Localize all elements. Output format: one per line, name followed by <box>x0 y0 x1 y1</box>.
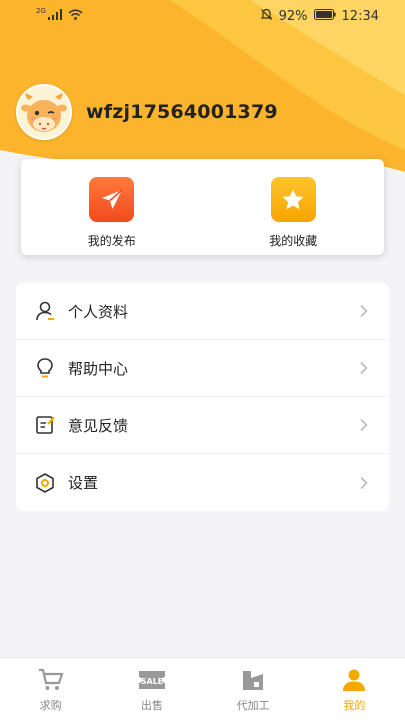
my-posts-button[interactable]: 我的发布 <box>21 159 203 255</box>
sale-tag-icon: SALE <box>137 667 167 693</box>
tab-sell[interactable]: SALE 出售 <box>101 658 202 720</box>
profile-header[interactable]: wfzj17564001379 <box>16 84 278 140</box>
chevron-right-icon <box>359 361 369 375</box>
battery-percent: 92% <box>278 8 308 24</box>
menu-item-label: 个人资料 <box>68 302 129 321</box>
menu-item-label: 意见反馈 <box>68 416 129 435</box>
tab-processing[interactable]: 代加工 <box>203 658 304 720</box>
menu-item-profile[interactable]: 个人资料 <box>16 283 389 340</box>
chevron-right-icon <box>359 418 369 432</box>
person-icon <box>34 300 56 322</box>
processing-icon <box>238 667 268 693</box>
user-icon <box>339 667 369 693</box>
settings-hexagon-icon <box>34 472 56 494</box>
signal-icon <box>47 8 62 24</box>
cart-icon <box>36 667 66 693</box>
menu-item-label: 帮助中心 <box>68 359 129 378</box>
tab-label: 代加工 <box>236 699 270 712</box>
lightbulb-icon <box>34 357 56 379</box>
chevron-right-icon <box>359 476 369 490</box>
chevron-right-icon <box>359 304 369 318</box>
tab-buy[interactable]: 求购 <box>0 658 101 720</box>
star-icon <box>270 177 316 222</box>
menu-item-feedback[interactable]: 意见反馈 <box>16 397 389 454</box>
my-favorites-button[interactable]: 我的收藏 <box>203 159 385 255</box>
cow-mascot-avatar[interactable] <box>16 84 72 140</box>
battery-icon <box>313 8 336 24</box>
quick-actions-card: 我的发布 我的收藏 <box>21 159 384 255</box>
feedback-icon <box>34 414 56 436</box>
menu-item-help[interactable]: 帮助中心 <box>16 340 389 397</box>
menu-item-label: 设置 <box>68 474 99 492</box>
menu-list: 个人资料 帮助中心 意见反馈 设置 <box>16 283 389 511</box>
status-bar: 2G 92% 12:34 <box>0 0 405 32</box>
my-favorites-label: 我的收藏 <box>269 234 318 248</box>
my-posts-label: 我的发布 <box>87 234 136 248</box>
menu-item-settings[interactable]: 设置 <box>16 454 389 511</box>
mute-bell-icon <box>260 8 273 25</box>
username: wfzj17564001379 <box>86 101 278 123</box>
tab-mine[interactable]: 我的 <box>304 658 405 720</box>
clock-time: 12:34 <box>341 8 379 24</box>
bottom-tab-bar: 求购 SALE 出售 代加工 我的 <box>0 657 405 720</box>
wifi-icon <box>68 9 83 24</box>
tab-label: 我的 <box>343 699 366 712</box>
tab-label: 求购 <box>39 699 62 712</box>
svg-text:SALE: SALE <box>141 677 164 686</box>
paper-plane-icon <box>89 177 135 222</box>
network-type-label: 2G <box>36 6 46 15</box>
tab-label: 出售 <box>140 699 163 712</box>
